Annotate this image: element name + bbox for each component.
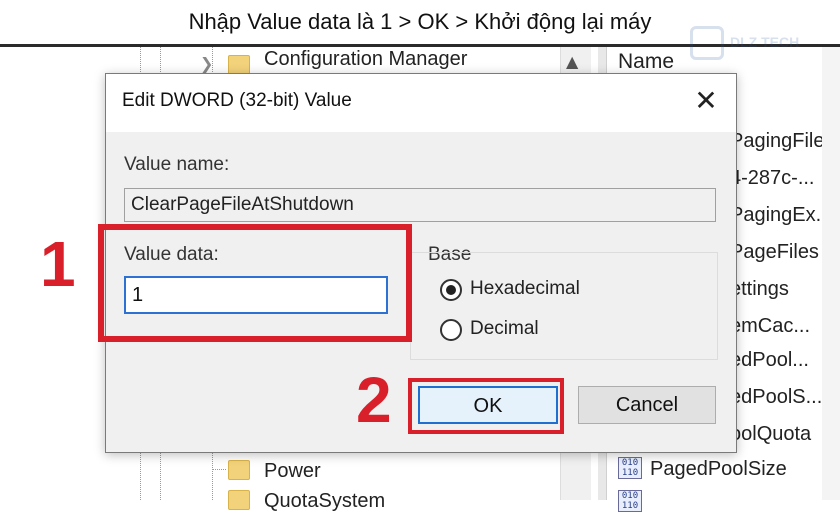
value-name-label: Value name: [124,154,230,175]
radio-hexadecimal-label[interactable]: Hexadecimal [470,278,580,300]
highlight-box-value-data [98,224,412,342]
list-item[interactable]: ettings [730,278,789,301]
dialog-titlebar[interactable]: Edit DWORD (32-bit) Value ✕ [106,74,736,132]
list-item[interactable]: PagedPoolSize [650,458,787,481]
folder-icon [228,460,250,480]
list-item[interactable]: edPoolS... [730,386,822,409]
list-item[interactable]: PagingEx... [730,204,832,227]
watermark-text: DLZ TECH [730,34,800,50]
tree-item-power[interactable]: Power [264,460,321,483]
close-icon[interactable]: ✕ [688,84,724,120]
step-number-2: 2 [356,364,392,436]
folder-icon [228,490,250,510]
dword-value-icon: 010 110 [618,457,642,479]
list-scrollbar[interactable] [822,47,840,500]
radio-hexadecimal[interactable] [440,279,462,301]
tree-item-configuration-manager[interactable]: Configuration Manager [264,48,467,71]
list-item[interactable]: 4-287c-... [730,167,814,190]
base-group [410,252,718,360]
watermark-logo: DLZ TECH [690,26,800,60]
list-item[interactable]: edPool... [730,349,809,372]
chevron-right-icon[interactable]: ❯ [200,54,213,73]
radio-decimal[interactable] [440,319,462,341]
value-name-field: ClearPageFileAtShutdown [124,188,716,222]
list-item[interactable]: PageFiles [730,241,819,264]
tree-item-quota-system[interactable]: QuotaSystem [264,490,385,513]
list-column-header-name[interactable]: Name [618,50,674,74]
cancel-button[interactable]: Cancel [578,386,716,424]
dialog-title: Edit DWORD (32-bit) Value [122,90,352,111]
watermark-icon [690,26,724,60]
dword-value-icon: 010 110 [618,490,642,512]
chevron-up-icon[interactable]: ▲ [566,52,578,71]
step-number-1: 1 [40,228,76,300]
list-item[interactable]: oolQuota [730,423,811,446]
highlight-box-ok [408,378,564,434]
list-item[interactable]: emCac... [730,315,810,338]
tree-guide-line [212,469,226,470]
folder-icon [228,55,250,75]
radio-decimal-label[interactable]: Decimal [470,318,539,340]
radio-selected-dot [446,285,456,295]
